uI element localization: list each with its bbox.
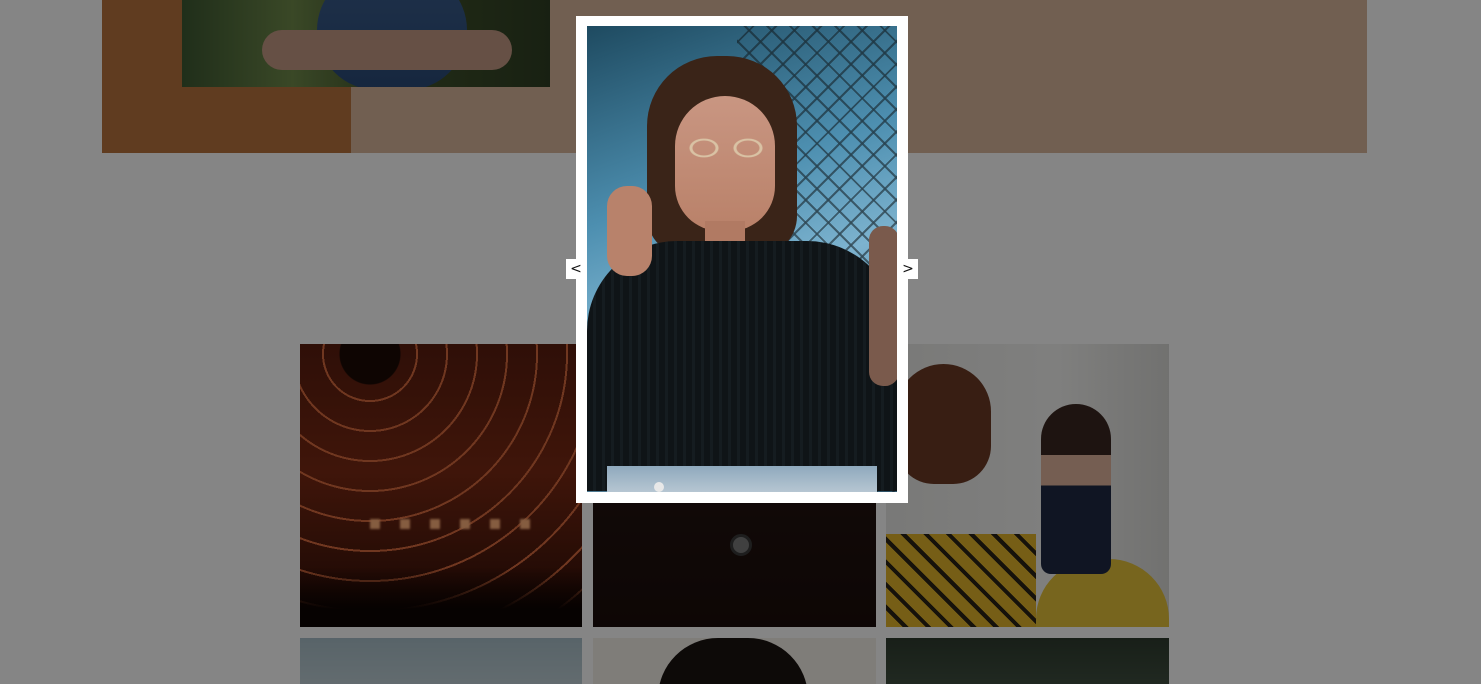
subject-jeans [607, 466, 877, 492]
subject-face [675, 96, 775, 231]
gallery-page: < > [0, 0, 1481, 684]
next-image-button[interactable]: > [898, 259, 918, 279]
lightbox-image [587, 26, 897, 492]
subject-hand [607, 186, 652, 276]
subject-glasses [682, 134, 770, 162]
lightbox-frame [576, 16, 908, 503]
subject-second-hand [869, 226, 897, 386]
subject-sweater [587, 241, 897, 491]
jeans-button [654, 482, 664, 492]
prev-image-button[interactable]: < [566, 259, 586, 279]
